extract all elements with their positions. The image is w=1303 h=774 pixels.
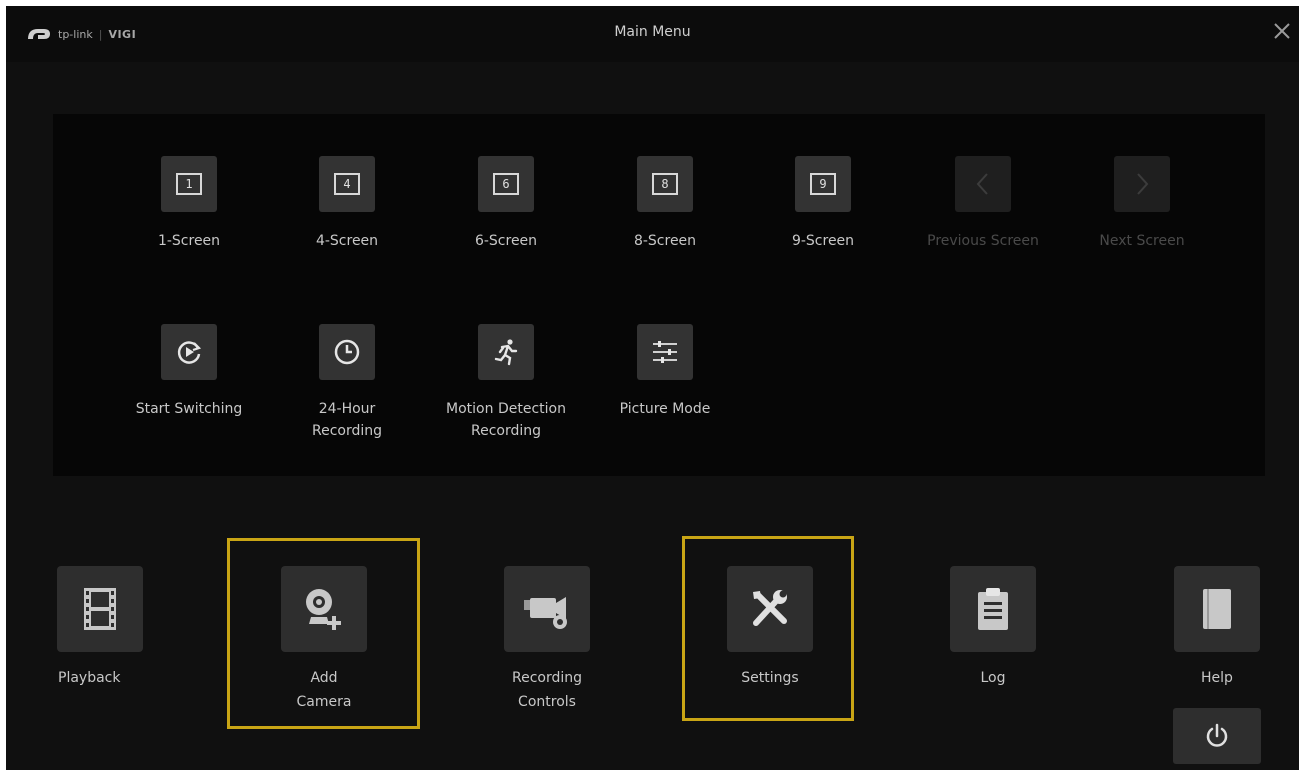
title-bar: tp-link | VIGI Main Menu (6, 6, 1299, 62)
one-screen-label: 1-Screen (157, 233, 221, 249)
video-camera-gear-icon (524, 597, 567, 629)
screen-6-icon: 6 (478, 156, 534, 212)
start-switching-label: Start Switching (135, 401, 243, 417)
one-screen-button[interactable]: 1 1-Screen (109, 156, 269, 252)
motion-detection-recording-label: Motion Detection Recording (426, 398, 586, 442)
label-line-2: Recording (470, 423, 542, 439)
label-line-1: Recording (511, 670, 583, 686)
screen-number: 8 (652, 173, 678, 195)
six-screen-label: 6-Screen (474, 233, 538, 249)
live-view-panel: 1 1-Screen 4 4-Screen 6 6-Screen 8 8-Scr… (53, 114, 1265, 476)
settings-button[interactable]: Settings (680, 566, 860, 690)
screen-number: 1 (176, 173, 202, 195)
screen-number: 9 (810, 173, 836, 195)
playback-label: Playback (58, 670, 121, 686)
24-hour-recording-label: 24-Hour Recording (267, 398, 427, 442)
power-icon (1206, 723, 1228, 747)
chevron-right-icon (1114, 156, 1170, 212)
help-label: Help (1201, 670, 1233, 686)
film-icon (84, 588, 116, 630)
main-menu-window: tp-link | VIGI Main Menu 1 1-Screen 4 4-… (6, 6, 1299, 770)
video-camera-gear-icon (504, 566, 590, 652)
film-icon (57, 566, 143, 652)
clock-icon (334, 339, 360, 365)
help-button[interactable]: Help (1127, 566, 1299, 690)
screen-8-icon: 8 (637, 156, 693, 212)
clipboard-icon (950, 566, 1036, 652)
add-camera-button[interactable]: Add Camera (234, 566, 414, 714)
tools-icon (753, 590, 787, 626)
clipboard-icon (978, 588, 1008, 630)
nine-screen-button[interactable]: 9 9-Screen (743, 156, 903, 252)
next-screen-label: Next Screen (1099, 233, 1185, 249)
sliders-icon (653, 341, 677, 363)
chevron-right-icon (1137, 173, 1149, 195)
screen-9-icon: 9 (795, 156, 851, 212)
nine-screen-label: 9-Screen (791, 233, 855, 249)
screen-number: 6 (493, 173, 519, 195)
book-icon (1203, 589, 1231, 629)
four-screen-label: 4-Screen (315, 233, 379, 249)
chevron-left-icon (955, 156, 1011, 212)
previous-screen-label: Previous Screen (927, 233, 1039, 249)
picture-mode-label: Picture Mode (619, 401, 711, 417)
four-screen-button[interactable]: 4 4-Screen (267, 156, 427, 252)
book-icon (1174, 566, 1260, 652)
picture-mode-button[interactable]: Picture Mode (585, 324, 745, 420)
chevron-left-icon (976, 173, 988, 195)
log-button[interactable]: Log (903, 566, 1083, 690)
24-hour-recording-button[interactable]: 24-Hour Recording (267, 324, 427, 442)
add-camera-icon (306, 589, 341, 630)
eight-screen-button[interactable]: 8 8-Screen (585, 156, 745, 252)
tools-icon (727, 566, 813, 652)
next-screen-button[interactable]: Next Screen (1062, 156, 1222, 252)
rotate-play-icon (161, 324, 217, 380)
motion-detection-recording-button[interactable]: Motion Detection Recording (426, 324, 586, 442)
label-line-1: Motion Detection (446, 401, 566, 417)
close-icon[interactable] (1271, 20, 1293, 42)
add-camera-label: Add Camera (234, 666, 414, 714)
label-line-2: Recording (311, 423, 383, 439)
running-man-icon (478, 324, 534, 380)
screen-4-icon: 4 (319, 156, 375, 212)
log-label: Log (980, 670, 1006, 686)
settings-label: Settings (741, 670, 799, 686)
label-line-1: 24-Hour (318, 401, 376, 417)
recording-controls-button[interactable]: Recording Controls (457, 566, 637, 714)
screen-number: 4 (334, 173, 360, 195)
label-line-2: Controls (518, 694, 576, 710)
screen-1-icon: 1 (161, 156, 217, 212)
running-man-icon (494, 339, 518, 366)
start-switching-button[interactable]: Start Switching (109, 324, 269, 420)
clock-icon (319, 324, 375, 380)
sliders-icon (637, 324, 693, 380)
rotate-play-icon (177, 341, 202, 364)
label-line-1: Add (310, 670, 338, 686)
playback-button[interactable]: Playback (10, 566, 190, 690)
previous-screen-button[interactable]: Previous Screen (903, 156, 1063, 252)
label-line-2: Camera (296, 694, 352, 710)
eight-screen-label: 8-Screen (633, 233, 697, 249)
six-screen-button[interactable]: 6 6-Screen (426, 156, 586, 252)
add-camera-icon (281, 566, 367, 652)
page-title: Main Menu (614, 24, 691, 40)
power-button[interactable] (1173, 708, 1261, 764)
recording-controls-label: Recording Controls (457, 666, 637, 714)
